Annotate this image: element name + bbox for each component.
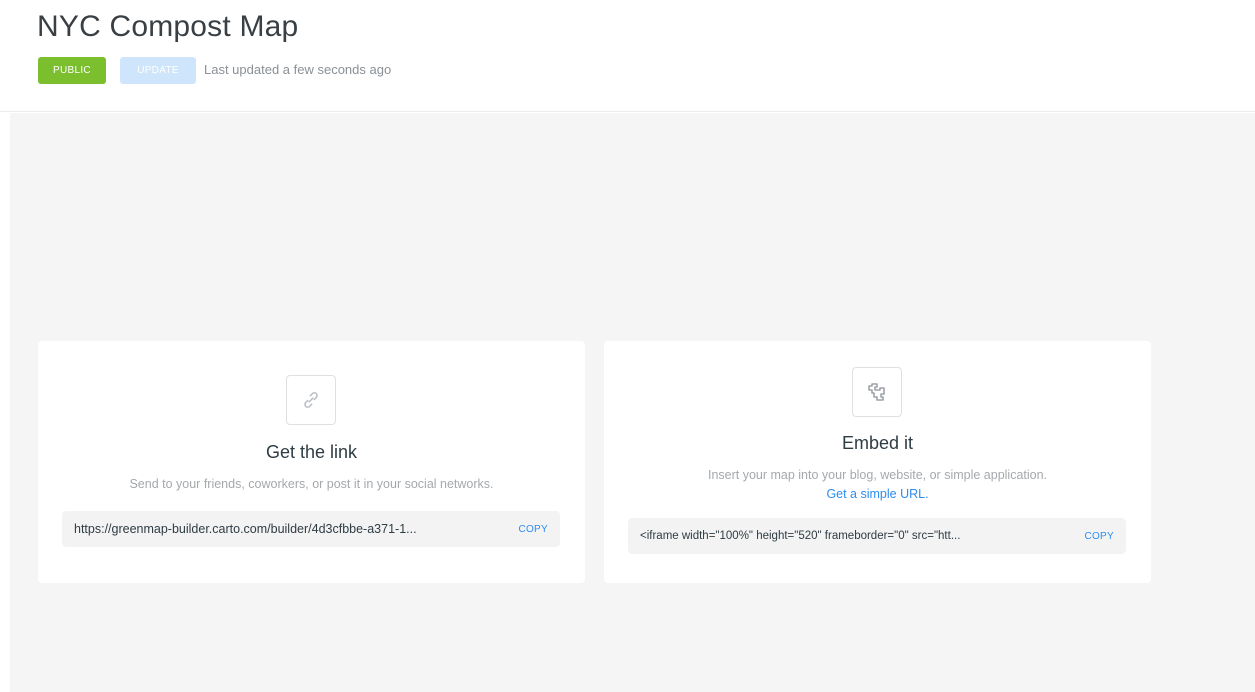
public-badge[interactable]: PUBLIC: [38, 57, 106, 84]
link-icon: [286, 375, 336, 425]
page-header: NYC Compost Map PUBLIC UPDATE Last updat…: [0, 0, 1255, 112]
get-simple-url-link[interactable]: Get a simple URL.: [604, 487, 1151, 501]
embed-heading: Embed it: [841, 433, 914, 453]
copy-link-button[interactable]: COPY: [518, 524, 548, 535]
share-panel: Get the link Send to your friends, cowor…: [10, 113, 1255, 692]
get-link-description: Send to your friends, coworkers, or post…: [129, 477, 494, 491]
get-link-heading: Get the link: [265, 442, 358, 462]
get-link-card: Get the link Send to your friends, cowor…: [38, 341, 585, 583]
copy-embed-button[interactable]: COPY: [1084, 531, 1114, 542]
embed-card: Embed it Insert your map into your blog,…: [604, 341, 1151, 583]
embed-icon: [852, 367, 902, 417]
share-url-value[interactable]: https://greenmap-builder.carto.com/build…: [74, 522, 500, 536]
embed-description: Insert your map into your blog, website,…: [707, 468, 1048, 482]
share-url-field[interactable]: https://greenmap-builder.carto.com/build…: [62, 511, 560, 547]
embed-code-value[interactable]: <iframe width="100%" height="520" frameb…: [640, 530, 1066, 542]
update-button[interactable]: UPDATE: [120, 57, 196, 84]
embed-code-field[interactable]: <iframe width="100%" height="520" frameb…: [628, 518, 1126, 554]
last-updated-text: Last updated a few seconds ago: [204, 62, 392, 77]
page-title: NYC Compost Map: [37, 10, 299, 43]
